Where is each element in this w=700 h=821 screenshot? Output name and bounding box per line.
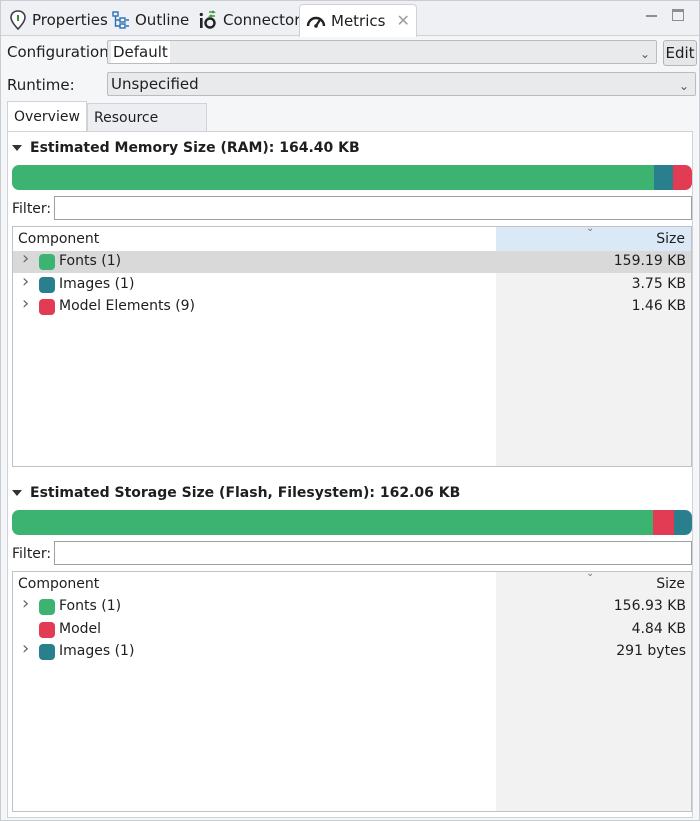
tree-row[interactable]: 156.93 KB › Fonts (1) — [13, 593, 691, 618]
chevron-down-icon: ⌄ — [678, 79, 689, 93]
runtime-label: Runtime: — [7, 76, 75, 94]
color-swatch-icon — [39, 299, 55, 315]
memory-tree-header: Component ⌄ Size — [13, 227, 691, 251]
chevron-right-icon[interactable]: › — [22, 638, 29, 659]
tab-outline[interactable]: Outline — [112, 4, 189, 36]
row-size: 1.46 KB — [631, 298, 686, 314]
configuration-value: Default — [111, 41, 170, 63]
edit-button[interactable]: Edit — [663, 40, 697, 66]
connector-io-icon — [199, 10, 216, 29]
row-name: Model — [59, 620, 102, 637]
configuration-label: Configuration: — [7, 43, 114, 61]
memory-title: Estimated Memory Size (RAM): 164.40 KB — [30, 140, 360, 156]
chevron-right-icon[interactable]: › — [22, 293, 29, 314]
color-swatch-icon — [39, 621, 55, 638]
storage-section-toggle[interactable]: Estimated Storage Size (Flash, Filesyste… — [12, 485, 460, 501]
maximize-view-button[interactable] — [672, 9, 684, 21]
bar-segment-images — [653, 165, 673, 190]
color-swatch-icon — [39, 276, 55, 293]
properties-pin-icon — [10, 10, 26, 30]
sort-down-icon: ⌄ — [586, 571, 595, 579]
tree-row[interactable]: 4.84 KB Model — [13, 619, 691, 641]
overview-panel: Estimated Memory Size (RAM): 164.40 KB F… — [7, 131, 693, 818]
row-size: 156.93 KB — [613, 598, 686, 614]
row-name: Model Elements (9) — [59, 298, 196, 314]
color-swatch-icon — [39, 644, 55, 660]
row-size: 159.19 KB — [613, 253, 686, 269]
storage-filter-input[interactable] — [54, 541, 692, 565]
sort-down-icon: ⌄ — [586, 226, 595, 234]
row-name: Images (1) — [59, 275, 135, 292]
memory-section-toggle[interactable]: Estimated Memory Size (RAM): 164.40 KB — [12, 140, 360, 156]
memory-filter-input[interactable] — [54, 196, 692, 220]
storage-usage-bar — [12, 510, 692, 535]
tab-outline-label: Outline — [135, 11, 190, 29]
metrics-content: Configuration: Default ⌄ Edit Runtime: U… — [1, 37, 699, 820]
row-size: 4.84 KB — [631, 620, 686, 637]
storage-component-tree: Component ⌄ Size 156.93 KB › Fonts (1) 4.84… — [12, 571, 692, 812]
row-size: 291 bytes — [616, 643, 686, 659]
collapse-arrow-icon — [12, 145, 22, 151]
memory-filter-label: Filter: — [12, 201, 52, 217]
col-size[interactable]: ⌄ Size — [496, 227, 691, 251]
storage-title: Estimated Storage Size (Flash, Filesyste… — [30, 485, 461, 501]
col-component[interactable]: Component — [18, 576, 99, 592]
color-swatch-icon — [39, 254, 55, 270]
chevron-right-icon[interactable]: › — [22, 593, 29, 614]
color-swatch-icon — [39, 599, 55, 615]
bar-segment-model — [653, 510, 674, 535]
close-icon[interactable]: ✕ — [396, 13, 409, 29]
tab-metrics-label: Metrics — [331, 12, 386, 30]
configuration-select[interactable]: Default ⌄ — [107, 40, 657, 64]
tree-row[interactable]: 159.19 KB › Fonts (1) — [13, 248, 691, 273]
tab-resource-details[interactable]: Resource Details — [87, 103, 207, 154]
row-name: Fonts (1) — [59, 598, 122, 614]
memory-component-tree: Component ⌄ Size 159.19 KB › Fonts (1) 3.75… — [12, 226, 692, 467]
bar-segment-images — [673, 510, 692, 535]
runtime-select[interactable]: Unspecified ⌄ — [107, 72, 696, 96]
tree-row[interactable]: 1.46 KB › Model Elements (9) — [13, 293, 691, 318]
metrics-gauge-icon — [306, 16, 326, 28]
chevron-right-icon[interactable]: › — [22, 248, 29, 269]
tab-properties-label: Properties — [32, 11, 108, 29]
row-name: Fonts (1) — [59, 253, 122, 269]
view-tab-bar: Properties Outline Connector Metrics ✕ — [1, 1, 699, 37]
tab-metrics[interactable]: Metrics ✕ — [299, 4, 417, 37]
tab-connector[interactable]: Connector — [198, 4, 300, 36]
bar-segment-fonts — [12, 165, 654, 190]
storage-filter-label: Filter: — [12, 546, 52, 562]
col-component[interactable]: Component — [18, 231, 99, 247]
metrics-view: Properties Outline Connector Metrics ✕ C… — [0, 0, 700, 821]
col-size[interactable]: ⌄ Size — [496, 572, 691, 596]
tab-connector-label: Connector — [223, 11, 301, 29]
bar-segment-fonts — [12, 510, 654, 535]
chevron-down-icon: ⌄ — [639, 47, 650, 61]
minimize-view-button[interactable] — [646, 9, 657, 17]
tab-properties[interactable]: Properties — [9, 4, 108, 36]
memory-usage-bar — [12, 165, 692, 190]
tab-overview[interactable]: Overview — [7, 101, 87, 131]
storage-tree-header: Component ⌄ Size — [13, 572, 691, 596]
collapse-arrow-icon — [12, 490, 22, 496]
tree-row[interactable]: 291 bytes › Images (1) — [13, 638, 691, 663]
bar-segment-model — [672, 165, 692, 190]
tree-row[interactable]: 3.75 KB › Images (1) — [13, 271, 691, 296]
outline-icon — [112, 11, 129, 29]
row-size: 3.75 KB — [631, 275, 686, 292]
runtime-value: Unspecified — [111, 75, 199, 93]
row-name: Images (1) — [59, 643, 135, 659]
chevron-right-icon[interactable]: › — [22, 271, 29, 292]
